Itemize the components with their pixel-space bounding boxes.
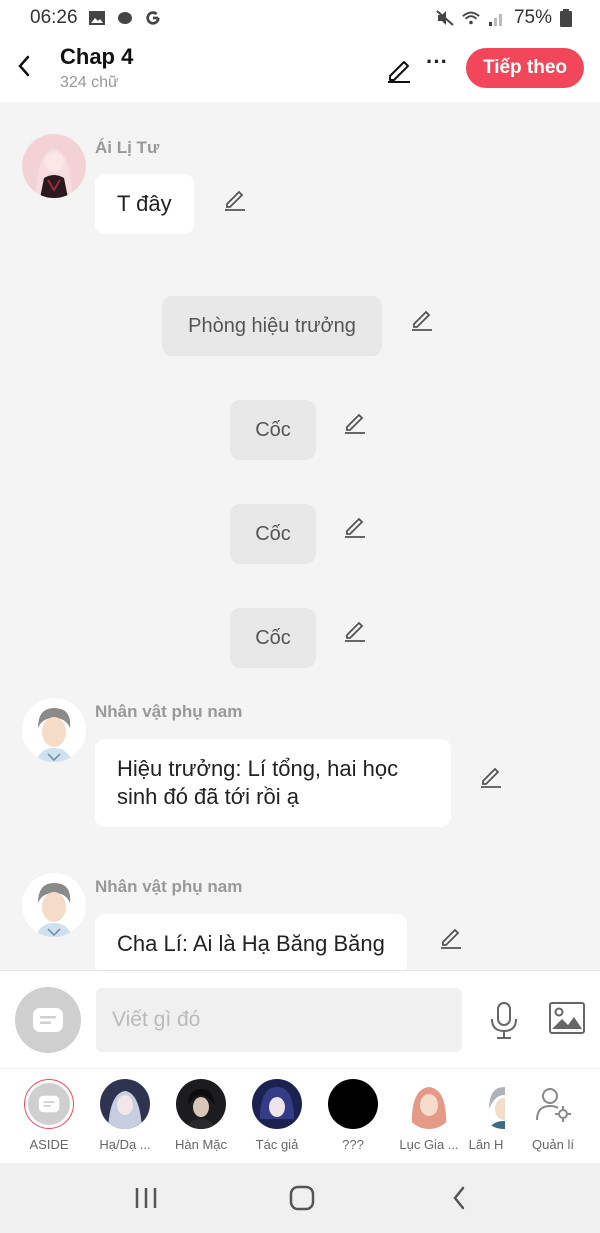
chapter-header: Chap 4 324 chữ ··· Tiếp theo [0,36,600,102]
google-notification-icon [145,11,160,25]
dialogue-bubble[interactable]: Hiệu trưởng: Lí tổng, hai học sinh đó đã… [95,739,451,827]
edit-message-pencil-icon[interactable] [478,763,504,789]
avatar-image [22,873,86,937]
aside-avatar [24,1079,74,1129]
edit-message-pencil-icon[interactable] [438,924,464,950]
speaker-name: Ái Lị Tư [95,138,160,157]
back-nav-button[interactable] [439,1183,479,1213]
avatar [404,1079,454,1129]
avatar-male-side-character[interactable] [22,698,86,762]
gallery-notification-icon [88,11,105,25]
character-name: Hạ/Dạ ... [99,1137,151,1152]
status-bar: 06:26 75% [0,0,600,36]
narration-bubble[interactable]: Phòng hiệu trưởng [162,296,382,356]
manage-characters-button[interactable]: Quản lí [515,1079,591,1152]
character-luc-gia[interactable]: Lục Gia ... [391,1079,467,1152]
back-arrow-icon [453,1186,465,1210]
character-name: Lân H [468,1137,504,1152]
avatar-image [22,698,86,762]
signal-icon [488,14,502,26]
character-han-mac[interactable]: Hàn Mặc [163,1079,239,1152]
title-block: Chap 4 324 chữ [60,44,133,92]
home-button[interactable] [282,1183,322,1213]
message-notification-icon [117,12,132,24]
narration-bubble[interactable]: Cốc [230,608,316,668]
avatar-image [22,134,86,198]
edit-message-pencil-icon[interactable] [222,186,248,212]
message-box-icon [38,1095,60,1113]
back-button[interactable] [10,50,38,82]
avatar [100,1079,150,1129]
character-name: Quản lí [532,1137,574,1152]
user-settings-icon [536,1088,571,1122]
narration-bubble[interactable]: Cốc [230,400,316,460]
character-name: Tác giả [255,1137,299,1152]
character-lan-h[interactable]: Lân H [467,1079,505,1152]
mute-icon [436,10,454,26]
character-ha-da[interactable]: Hạ/Dạ ... [87,1079,163,1152]
avatar-ai-li-tu[interactable] [22,134,86,198]
composer-bar [0,970,600,1068]
next-chapter-button[interactable]: Tiếp theo [466,48,584,88]
speaker-name: Nhân vật phụ nam [95,877,243,896]
voice-input-button[interactable] [486,1001,522,1041]
edit-message-pencil-icon[interactable] [342,513,368,539]
avatar [528,1079,578,1129]
battery-percent: 75% [513,7,552,28]
character-name: ??? [342,1137,364,1152]
avatar [252,1079,302,1129]
word-count: 324 chữ [60,74,119,91]
character-unknown[interactable]: ??? [315,1079,391,1152]
status-time: 06:26 [30,7,78,28]
chevron-left-icon [18,55,30,77]
pencil-icon [388,61,410,83]
message-input[interactable] [96,988,462,1052]
edit-chapter-button[interactable] [384,54,414,84]
edit-message-pencil-icon[interactable] [342,409,368,435]
microphone-icon [491,1002,517,1039]
speaker-name: Nhân vật phụ nam [95,702,243,721]
more-options-button[interactable]: ··· [424,50,450,80]
character-selector: ASIDE Hạ/Dạ ... Hàn Mặc Tác giả ??? Lục … [0,1068,600,1163]
insert-image-button[interactable] [548,1001,586,1037]
recent-apps-icon [135,1188,157,1208]
character-aside[interactable]: ASIDE [11,1079,87,1152]
chapter-title: Chap 4 [60,44,134,69]
avatar [328,1079,378,1129]
wifi-icon [462,11,480,25]
message-box-icon [33,1008,63,1032]
character-name: ASIDE [29,1137,69,1152]
edit-message-pencil-icon[interactable] [409,306,435,332]
character-name: Lục Gia ... [399,1137,459,1152]
character-author[interactable]: Tác giả [239,1079,315,1152]
recent-apps-button[interactable] [126,1183,166,1213]
avatar-male-side-character[interactable] [22,873,86,937]
battery-icon [560,9,572,27]
system-nav-bar [0,1163,600,1233]
dialogue-bubble[interactable]: T đây [95,174,194,234]
dialogue-bubble[interactable]: Cha Lí: Ai là Hạ Băng Băng [95,914,407,970]
narration-bubble[interactable]: Cốc [230,504,316,564]
avatar [479,1079,505,1129]
home-icon [289,1185,315,1211]
image-icon [549,1002,585,1034]
chat-area[interactable]: Ái Lị Tư T đây Phòng hiệu trưởng Cốc Cốc… [0,102,600,970]
edit-message-pencil-icon[interactable] [342,617,368,643]
avatar [176,1079,226,1129]
character-name: Hàn Mặc [174,1137,228,1152]
aside-toggle-button[interactable] [15,987,81,1053]
